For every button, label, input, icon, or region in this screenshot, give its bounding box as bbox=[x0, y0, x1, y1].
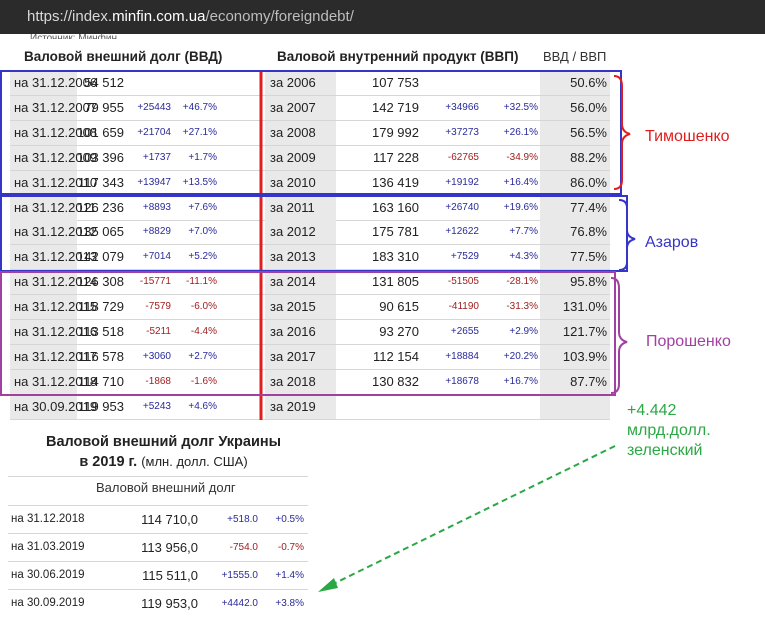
green-arrow-head bbox=[318, 578, 338, 592]
zelensky-name: зеленский bbox=[627, 442, 703, 459]
tymoshenko-label: Тимошенко bbox=[645, 128, 730, 145]
zelensky-label: +4.442 млрд.долл. зеленский bbox=[627, 401, 711, 461]
green-arrow-line bbox=[324, 445, 616, 589]
azarov-blue-box bbox=[0, 195, 628, 272]
zelensky-unit: млрд.долл. bbox=[627, 422, 711, 439]
poroshenko-purple-box bbox=[0, 271, 616, 396]
poroshenko-label: Порошенко bbox=[646, 333, 731, 350]
azarov-label: Азаров bbox=[645, 234, 699, 251]
annotation-overlay bbox=[0, 70, 636, 592]
zelensky-amount: +4.442 bbox=[627, 402, 677, 419]
tymoshenko-blue-box bbox=[0, 70, 622, 195]
poroshenko-brace bbox=[610, 277, 628, 394]
